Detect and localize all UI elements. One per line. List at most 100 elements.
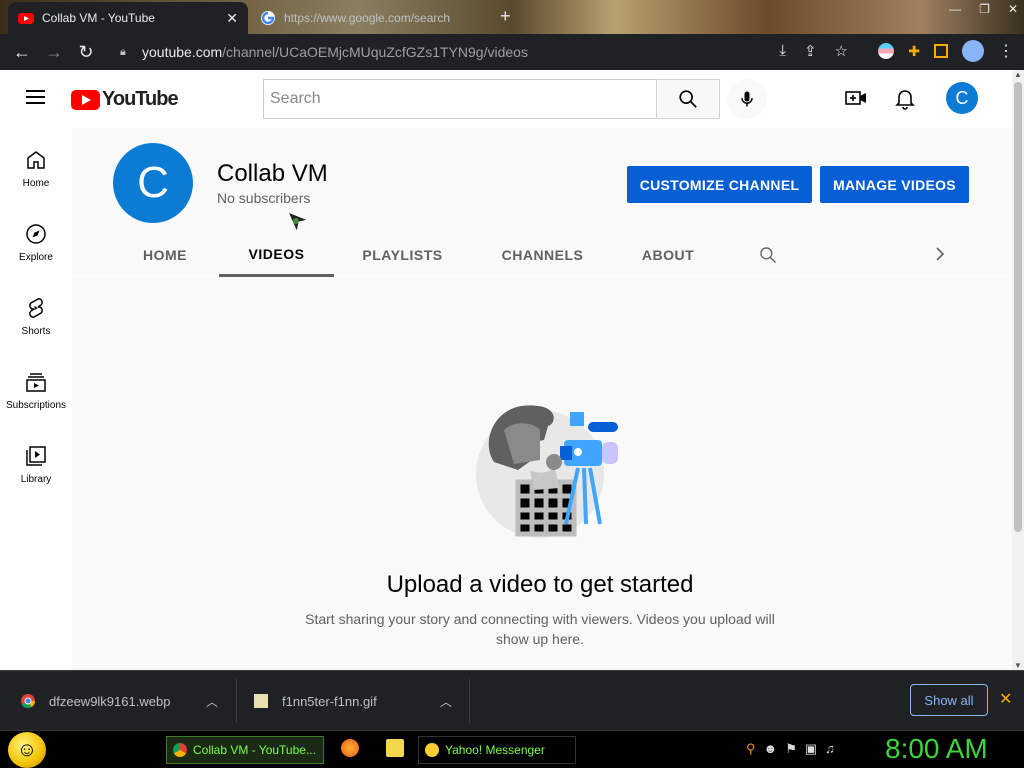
guide-label: Explore (19, 252, 53, 263)
youtube-favicon-icon (18, 10, 34, 26)
empty-state-title: Upload a video to get started (386, 571, 694, 598)
scroll-down-arrow-icon[interactable]: ▼ (1014, 661, 1022, 670)
search-button[interactable] (656, 79, 720, 119)
browser-tab-youtube[interactable]: Collab VM - YouTube ✕ (8, 2, 248, 34)
show-all-downloads-button[interactable]: Show all (910, 684, 988, 716)
taskbar: ☺ Collab VM - YouTube... Yahoo! Messenge… (0, 730, 1024, 768)
chevron-up-icon[interactable]: ︿ (206, 693, 218, 710)
start-button-smiley-icon[interactable]: ☺ (8, 732, 46, 768)
tab-channels[interactable]: CHANNELS (481, 233, 604, 277)
channel-name: Collab VM (217, 160, 328, 187)
folder-icon[interactable] (386, 739, 404, 757)
create-video-button[interactable] (844, 86, 868, 115)
voice-search-button[interactable] (727, 79, 767, 119)
close-window-icon[interactable]: ✕ (1008, 2, 1018, 16)
customize-channel-button[interactable]: CUSTOMIZE CHANNEL (627, 166, 812, 203)
channel-search-button[interactable] (758, 245, 778, 270)
subscriptions-icon (26, 373, 46, 392)
forward-arrow-icon[interactable]: → (38, 36, 70, 68)
volume-icon[interactable]: ♫ (825, 741, 835, 757)
clock[interactable]: 8:00 AM (885, 733, 988, 765)
search-input[interactable] (264, 80, 657, 118)
shorts-icon (29, 298, 43, 318)
tab-playlists[interactable]: PLAYLISTS (342, 233, 463, 277)
address-bar[interactable]: 🔒︎ youtube.com/channel/UCaOEMjcMUquZcfGZ… (108, 38, 856, 66)
guide-item-shorts[interactable]: Shorts (0, 276, 72, 350)
install-app-icon[interactable]: ⤓ (779, 42, 786, 60)
manage-videos-button[interactable]: MANAGE VIDEOS (820, 166, 969, 203)
download-item[interactable]: dfzeew9lk9161.webp ︿ (20, 671, 230, 731)
desktop: Collab VM - YouTube ✕ https://www.google… (0, 0, 1024, 768)
tab-about[interactable]: ABOUT (624, 233, 712, 277)
chevron-up-icon[interactable]: ︿ (440, 693, 452, 710)
firefox-icon[interactable] (341, 739, 359, 757)
masthead: YouTube C (0, 70, 1012, 128)
tabs-scroll-right-button[interactable] (934, 245, 946, 268)
upload-video-illustration (476, 405, 618, 538)
scroll-up-arrow-icon[interactable]: ▲ (1014, 70, 1022, 79)
search-box (263, 79, 657, 119)
new-tab-button[interactable]: + (500, 6, 511, 27)
notifications-button[interactable] (893, 86, 917, 115)
guide-label: Shorts (21, 326, 51, 337)
maximize-icon[interactable]: ❐ (979, 2, 990, 16)
channel-avatar: C (113, 143, 193, 223)
network-tray-icon[interactable]: ▣ (805, 741, 817, 757)
url-path: /channel/UCaOEMjcMUquZcfGZs1TYN9g/videos (222, 44, 528, 60)
lock-icon: 🔒︎ (120, 45, 126, 58)
taskbar-item-label: Collab VM - YouTube... (193, 743, 316, 757)
window-controls: — ❐ ✕ (949, 2, 1018, 16)
tab-title: Collab VM - YouTube (42, 11, 155, 25)
divider (469, 679, 470, 723)
browser-menu-icon[interactable]: ⋮ (998, 41, 1014, 61)
reload-icon[interactable]: ↻ (70, 36, 102, 68)
account-avatar[interactable]: C (946, 82, 978, 114)
divider (236, 679, 237, 723)
search-icon (760, 247, 776, 263)
close-tab-icon[interactable]: ✕ (226, 10, 238, 27)
image-file-icon (254, 694, 268, 708)
yahoo-smiley-icon (425, 743, 439, 757)
tab-home[interactable]: HOME (119, 233, 211, 277)
system-tray: ⚲ ☻ ⚑ ▣ ♫ (746, 741, 835, 757)
bookmark-star-icon[interactable]: ☆ (835, 42, 848, 60)
guide-label: Library (20, 474, 52, 485)
guide-item-explore[interactable]: Explore (0, 202, 72, 276)
tab-videos[interactable]: VIDEOS (219, 233, 334, 277)
youtube-wordmark: YouTube (102, 88, 179, 110)
taskbar-item-label: Yahoo! Messenger (445, 743, 545, 757)
browser-tab-google[interactable]: https://www.google.com/search (250, 2, 490, 34)
messenger-tray-icon[interactable]: ☻ (764, 741, 778, 757)
search-tray-icon[interactable]: ⚲ (746, 741, 756, 757)
library-icon (26, 446, 46, 466)
guide-menu-icon[interactable] (26, 90, 45, 104)
guide-label: Subscriptions (5, 400, 67, 411)
taskbar-item-youtube[interactable]: Collab VM - YouTube... (166, 736, 324, 764)
flag-tray-icon[interactable]: ⚑ (785, 741, 797, 757)
profile-avatar-icon[interactable] (962, 40, 984, 62)
youtube-logo[interactable]: YouTube (71, 88, 179, 111)
flag-extension-icon[interactable] (878, 43, 895, 59)
extensions-area: ✚ ⋮ (878, 40, 1014, 62)
video-camera-plus-icon (845, 91, 866, 105)
minimize-icon[interactable]: — (949, 2, 961, 16)
download-item[interactable]: f1nn5ter-f1nn.gif ︿ (254, 671, 464, 731)
browser-tab-strip: Collab VM - YouTube ✕ https://www.google… (0, 0, 1024, 34)
taskbar-item-yahoo-messenger[interactable]: Yahoo! Messenger (418, 736, 576, 764)
puzzle-extensions-icon[interactable]: ✚ (908, 43, 920, 60)
guide-item-subscriptions[interactable]: Subscriptions (0, 350, 72, 424)
scrollbar-thumb[interactable] (1014, 82, 1022, 532)
back-arrow-icon[interactable]: ← (6, 36, 38, 68)
compass-icon (26, 224, 46, 244)
chrome-icon (173, 743, 187, 757)
empty-state-description: Start sharing your story and connecting … (305, 611, 775, 647)
guide-item-library[interactable]: Library (0, 424, 72, 498)
chevron-right-icon (936, 247, 945, 261)
guide-item-home[interactable]: Home (0, 128, 72, 202)
close-shelf-icon[interactable]: ✕ (999, 689, 1012, 709)
page-scrollbar[interactable]: ▲ ▼ (1012, 70, 1024, 670)
side-panel-icon[interactable] (934, 44, 948, 58)
mouse-cursor-icon (287, 211, 310, 234)
url-host: youtube.com (142, 44, 223, 60)
share-icon[interactable]: ⇪ (804, 42, 817, 60)
